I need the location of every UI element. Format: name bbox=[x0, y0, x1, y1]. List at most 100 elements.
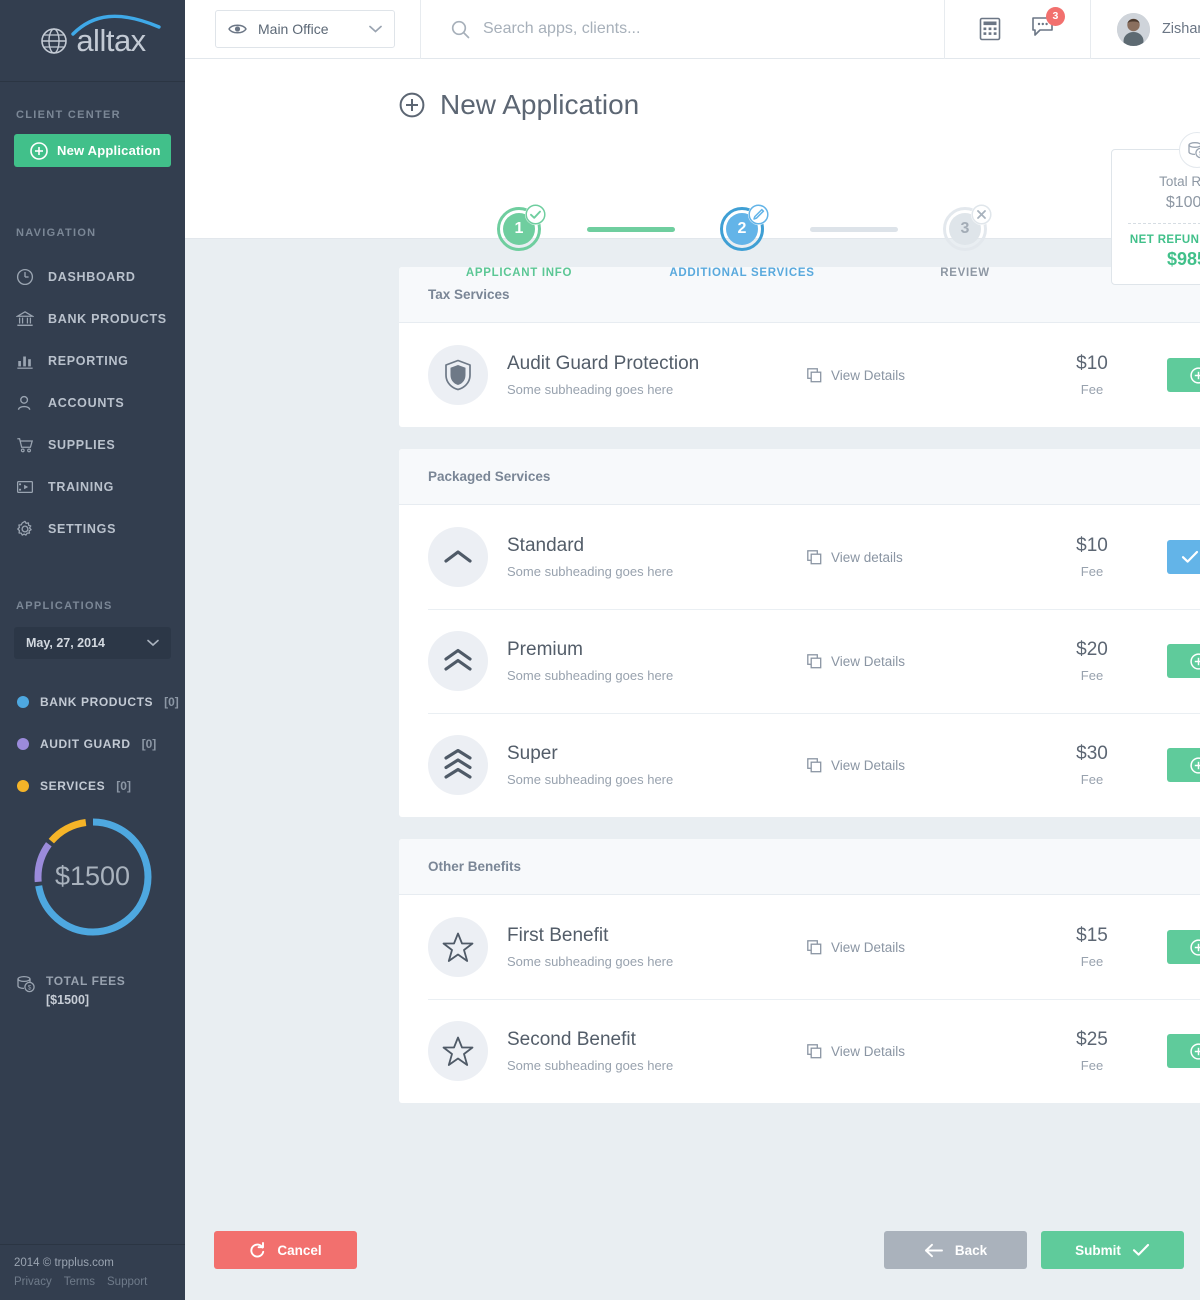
sidebar-item-label: BANK PRODUCTS bbox=[48, 312, 167, 326]
legend-label: BANK PRODUCTS bbox=[40, 695, 154, 709]
date-filter-dropdown[interactable]: May, 27, 2014 bbox=[14, 627, 171, 659]
chevron-up-single-icon bbox=[444, 550, 472, 563]
service-subheading: Some subheading goes here bbox=[507, 1058, 674, 1073]
view-details-link[interactable]: View Details bbox=[807, 1044, 1017, 1059]
calculator-icon[interactable] bbox=[979, 17, 1001, 41]
cancel-button[interactable]: Cancel bbox=[214, 1231, 357, 1269]
add-service-button[interactable]: ADD bbox=[1167, 644, 1200, 678]
nav-list: DASHBOARD BANK PRODUCTS REPORTING ACCOUN… bbox=[0, 256, 185, 550]
chevron-up-triple-icon bbox=[444, 749, 472, 779]
sidebar-item-settings[interactable]: SETTINGS bbox=[0, 508, 185, 550]
step-label: REVIEW bbox=[940, 267, 990, 279]
legend-label: AUDIT GUARD bbox=[40, 737, 131, 751]
copy-icon bbox=[807, 549, 822, 564]
add-service-button[interactable]: ADD bbox=[1167, 1034, 1200, 1068]
legend-count: [0] bbox=[141, 737, 157, 751]
service-text: Super Some subheading goes here bbox=[507, 743, 807, 787]
money-stack-icon: $ bbox=[17, 975, 35, 993]
panel-title: Packaged Services bbox=[428, 469, 551, 484]
step-additional-services[interactable]: 2 ADDITIONAL SERVICES bbox=[669, 204, 814, 279]
price-value: $10 bbox=[1076, 535, 1108, 556]
sidebar-item-dashboard[interactable]: DASHBOARD bbox=[0, 256, 185, 298]
add-service-button[interactable]: ADD bbox=[1167, 930, 1200, 964]
divider bbox=[1128, 223, 1200, 224]
service-price: $10 Fee bbox=[1017, 353, 1167, 397]
add-service-button[interactable]: ADD bbox=[1167, 358, 1200, 392]
service-name: Second Benefit bbox=[507, 1029, 636, 1050]
service-price: $25 Fee bbox=[1017, 1029, 1167, 1073]
legend-item-services[interactable]: SERVICES [0] bbox=[0, 765, 185, 807]
price-value: $10 bbox=[1076, 353, 1108, 374]
sidebar-item-reporting[interactable]: REPORTING bbox=[0, 340, 185, 382]
page-title-text: New Application bbox=[440, 89, 640, 120]
service-name: Super bbox=[507, 743, 558, 764]
logo[interactable]: alltax bbox=[0, 0, 185, 82]
client-center-section: CLIENT CENTER New Application bbox=[0, 82, 185, 167]
service-icon-wrap bbox=[428, 631, 488, 691]
footer-link-support[interactable]: Support bbox=[107, 1276, 147, 1288]
footer-link-privacy[interactable]: Privacy bbox=[14, 1276, 52, 1288]
service-text: Audit Guard Protection Some subheading g… bbox=[507, 353, 807, 397]
arrow-left-icon bbox=[924, 1243, 943, 1257]
new-application-button[interactable]: New Application bbox=[14, 134, 171, 167]
net-refund-value: $98550 bbox=[1166, 249, 1200, 269]
legend-dot bbox=[17, 696, 29, 708]
footer-link-terms[interactable]: Terms bbox=[64, 1276, 95, 1288]
service-price: $20 Fee bbox=[1017, 639, 1167, 683]
office-selector[interactable]: Main Office bbox=[215, 10, 395, 48]
step-connector-2 bbox=[809, 227, 898, 232]
service-price: $10 Fee bbox=[1017, 535, 1167, 579]
search-area[interactable] bbox=[420, 0, 944, 59]
copy-icon bbox=[807, 653, 822, 668]
price-value: $30 bbox=[1076, 743, 1108, 764]
service-subheading: Some subheading goes here bbox=[507, 772, 674, 787]
user-name: Zishan Momin bbox=[1161, 21, 1200, 37]
chevron-down-icon bbox=[147, 639, 159, 647]
dashboard-icon bbox=[16, 268, 34, 286]
service-row: First Benefit Some subheading goes here … bbox=[399, 895, 1200, 999]
sidebar-item-accounts[interactable]: ACCOUNTS bbox=[0, 382, 185, 424]
footer-links: Privacy Terms Support bbox=[14, 1276, 185, 1288]
messages-button[interactable]: 3 bbox=[1031, 6, 1065, 43]
search-icon bbox=[451, 20, 470, 38]
film-icon bbox=[16, 480, 34, 494]
view-details-link[interactable]: View Details bbox=[807, 758, 1017, 773]
back-button[interactable]: Back bbox=[884, 1231, 1027, 1269]
panel-other-benefits: Other Benefits First Benefit Some subhea… bbox=[399, 839, 1200, 1103]
step-applicant-info[interactable]: 1 APPLICANT INFO bbox=[452, 204, 587, 279]
app-root: alltax CLIENT CENTER New Application NAV… bbox=[0, 0, 1200, 1300]
copy-icon bbox=[807, 757, 822, 772]
fee-label: Fee bbox=[1080, 772, 1104, 787]
eye-icon bbox=[228, 24, 247, 34]
service-row: Audit Guard Protection Some subheading g… bbox=[399, 323, 1200, 427]
service-text: Second Benefit Some subheading goes here bbox=[507, 1029, 807, 1073]
legend-item-bank-products[interactable]: BANK PRODUCTS [0] bbox=[0, 681, 185, 723]
sidebar-item-label: ACCOUNTS bbox=[48, 396, 125, 410]
added-service-button[interactable]: ADDED bbox=[1167, 540, 1200, 574]
submit-button[interactable]: Submit bbox=[1041, 1231, 1184, 1269]
price-value: $15 bbox=[1076, 925, 1108, 946]
legend-list: BANK PRODUCTS [0] AUDIT GUARD [0] SERVIC… bbox=[0, 681, 185, 807]
total-fees: $ TOTAL FEES [$1500] bbox=[0, 939, 185, 1007]
legend-item-audit-guard[interactable]: AUDIT GUARD [0] bbox=[0, 723, 185, 765]
page-title: New Application bbox=[185, 59, 1200, 121]
view-details-link[interactable]: View Details bbox=[807, 368, 1017, 383]
view-details-link[interactable]: View Details bbox=[807, 940, 1017, 955]
close-circle-icon bbox=[971, 204, 992, 225]
copy-icon bbox=[807, 367, 822, 382]
globe-icon bbox=[41, 27, 68, 54]
add-service-button[interactable]: ADD bbox=[1167, 748, 1200, 782]
avatar bbox=[1116, 12, 1150, 46]
step-circle: 1 bbox=[497, 204, 546, 251]
applications-section: APPLICATIONS May, 27, 2014 BANK PRODUCTS… bbox=[0, 550, 185, 1007]
view-details-link[interactable]: View details bbox=[807, 550, 1017, 565]
step-review[interactable]: 3 REVIEW bbox=[898, 204, 1033, 279]
view-details-label: View Details bbox=[831, 939, 906, 955]
search-input[interactable] bbox=[483, 20, 813, 38]
sidebar-item-training[interactable]: TRAINING bbox=[0, 466, 185, 508]
view-details-link[interactable]: View Details bbox=[807, 654, 1017, 669]
user-menu[interactable]: Zishan Momin bbox=[1091, 12, 1200, 46]
refresh-icon bbox=[250, 1241, 265, 1257]
sidebar-item-bank-products[interactable]: BANK PRODUCTS bbox=[0, 298, 185, 340]
sidebar-item-supplies[interactable]: SUPPLIES bbox=[0, 424, 185, 466]
